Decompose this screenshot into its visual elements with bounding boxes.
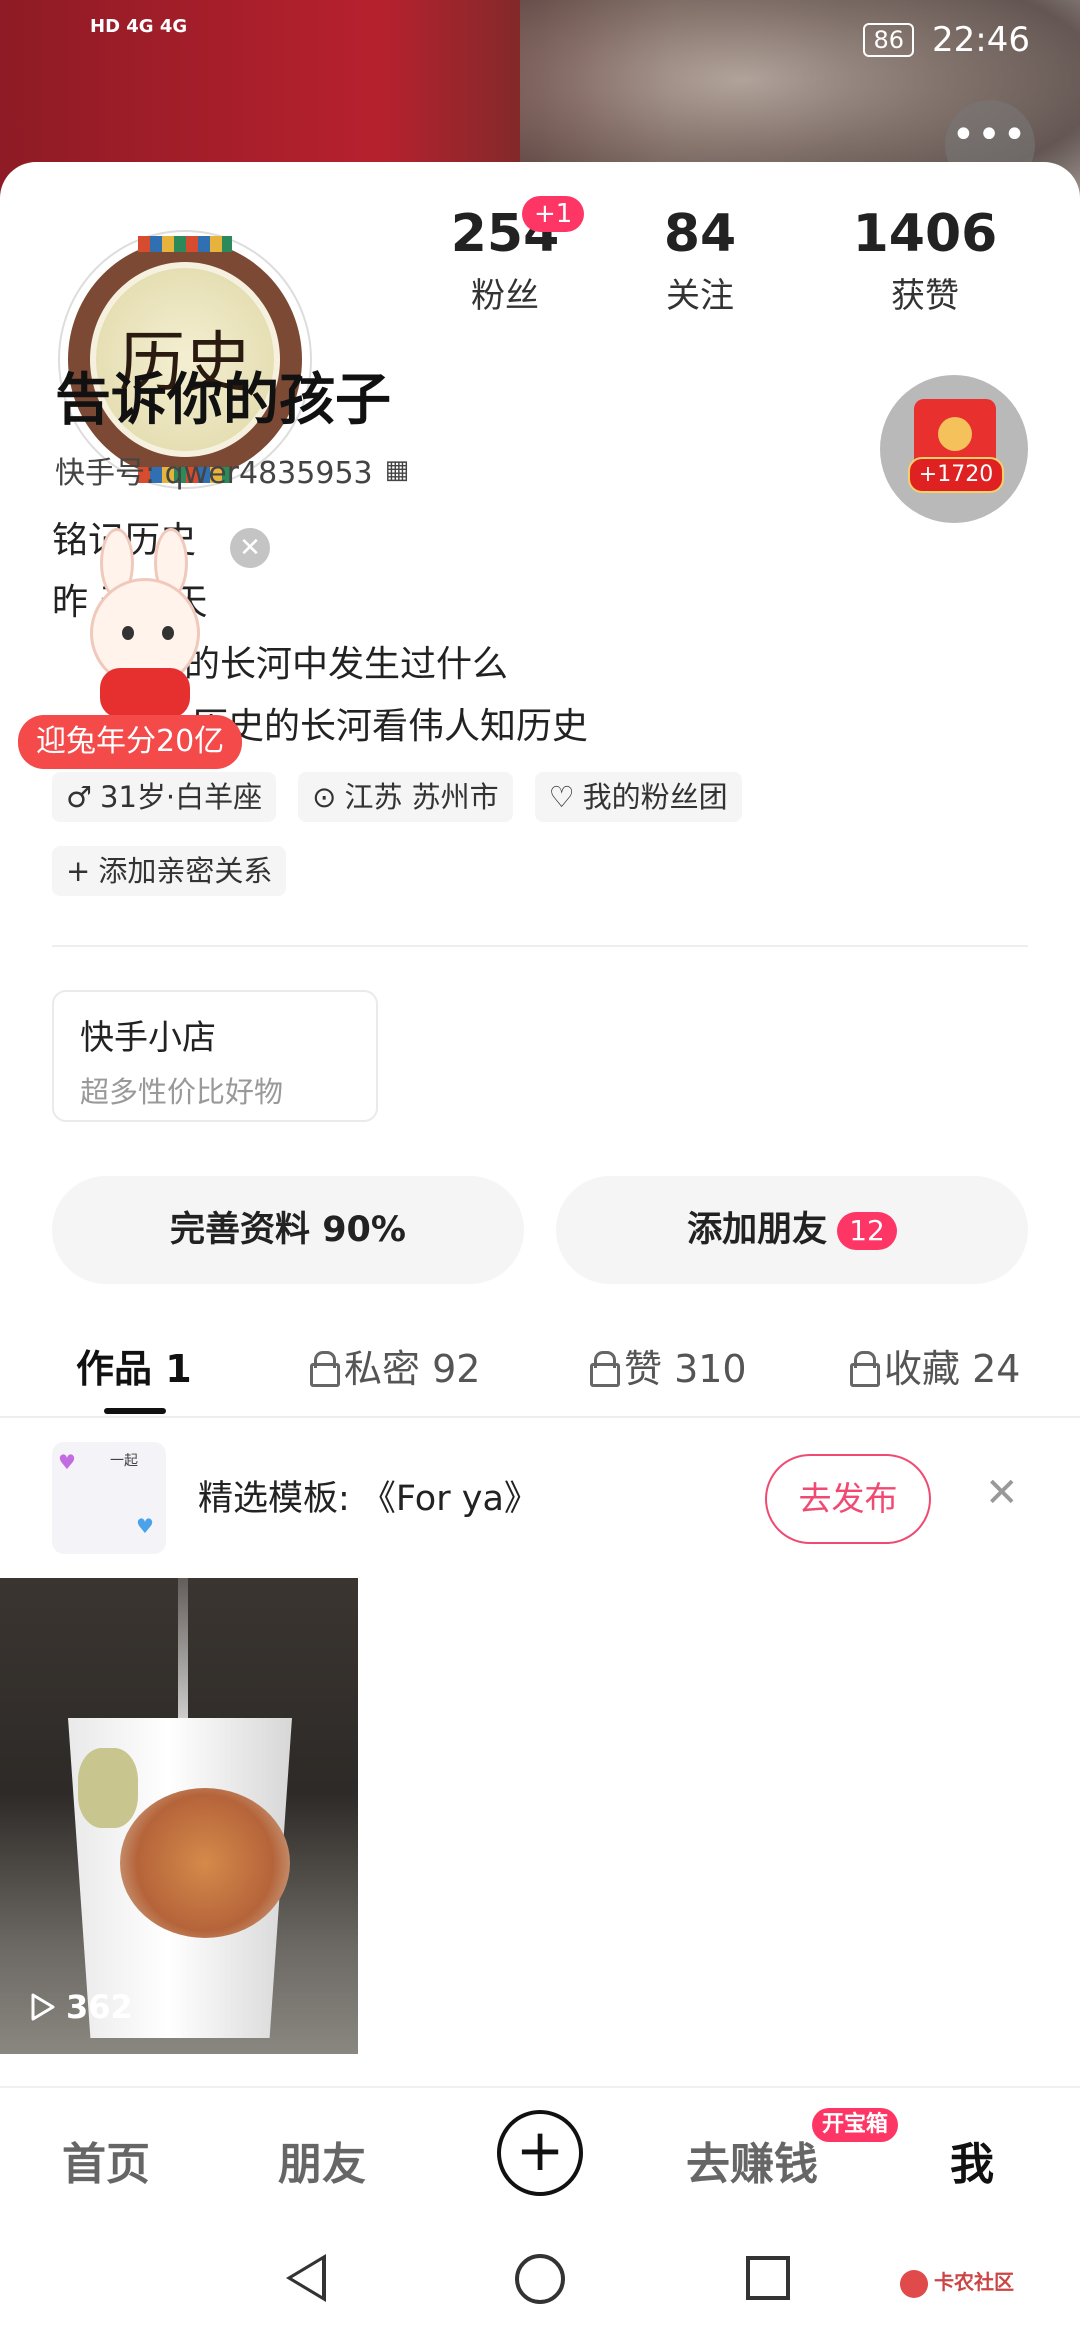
system-navigation: 卡农社区: [0, 2216, 1080, 2340]
stat-likes[interactable]: 1406 获赞: [840, 204, 1010, 317]
watermark: 卡农社区: [900, 2266, 1014, 2298]
kuaishou-shop-card[interactable]: 快手小店 超多性价比好物: [52, 990, 378, 1122]
heart-icon: ♥: [136, 1514, 154, 1538]
recent-apps-icon[interactable]: [746, 2256, 790, 2300]
close-icon[interactable]: ✕: [985, 1470, 1019, 1516]
complete-profile-button[interactable]: 完善资料 90%: [52, 1176, 524, 1284]
profile-tags: ♂ 31岁·白羊座 ⊙ 江苏 苏州市 ♡ 我的粉丝团: [52, 772, 742, 822]
divider: [0, 1416, 1080, 1418]
template-label: 精选模板: 《For ya》: [198, 1479, 539, 1519]
nav-earn[interactable]: 去赚钱: [686, 2128, 818, 2192]
status-bar: HD 4G 4G 86 22:46: [0, 0, 1080, 80]
location-pin-icon: ⊙: [312, 780, 337, 814]
active-tab-indicator: [104, 1408, 166, 1414]
shop-subtitle: 超多性价比好物: [80, 1075, 284, 1109]
plus-icon: +: [66, 854, 91, 888]
template-suggestion: ♥ 一起 ♥ 精选模板: 《For ya》 去发布 ✕: [0, 1430, 1080, 1560]
tab-private[interactable]: 私密 92: [310, 1338, 480, 1393]
watermark-logo-icon: [900, 2269, 928, 2298]
video-thumbnail[interactable]: [0, 1578, 358, 2054]
heart-icon: ♥: [58, 1450, 76, 1474]
lock-icon: [310, 1350, 340, 1387]
nav-me[interactable]: 我: [950, 2128, 994, 2192]
tab-favorites[interactable]: 收藏 24: [850, 1338, 1020, 1393]
nav-friends[interactable]: 朋友: [278, 2128, 366, 2192]
tab-liked[interactable]: 赞 310: [590, 1338, 747, 1393]
home-icon[interactable]: [515, 2254, 565, 2304]
shop-title: 快手小店: [80, 1018, 216, 1058]
tag-location: ⊙ 江苏 苏州市: [298, 772, 513, 822]
clock: 22:46: [932, 20, 1030, 60]
likes-count: 1406: [852, 204, 998, 264]
username: 告诉你的孩子: [55, 368, 391, 433]
publish-button[interactable]: 去发布: [765, 1454, 931, 1544]
add-friends-button[interactable]: 添加朋友 12: [556, 1176, 1028, 1284]
tag-fan-club[interactable]: ♡ 我的粉丝团: [534, 772, 742, 822]
nav-home[interactable]: 首页: [62, 2128, 150, 2192]
following-count: 84: [663, 204, 737, 264]
red-packet-value: +1720: [908, 457, 1004, 493]
tab-works[interactable]: 作品 1: [76, 1338, 192, 1393]
kuaishou-id-row[interactable]: 快手号: qwer4835953 ▦: [55, 448, 409, 492]
tag-age: ♂ 31岁·白羊座: [52, 772, 277, 822]
new-followers-badge: +1: [522, 196, 585, 232]
template-thumbnail[interactable]: ♥ 一起 ♥: [52, 1442, 166, 1554]
friend-suggestion-count: 12: [837, 1212, 897, 1250]
treasure-box-badge: 开宝箱: [812, 2108, 899, 2142]
bunny-mascot-icon[interactable]: [50, 528, 240, 718]
create-plus-icon[interactable]: +: [497, 2110, 583, 2196]
following-label: 关注: [666, 276, 734, 316]
play-icon: [31, 1993, 55, 2021]
lock-icon: [590, 1350, 620, 1387]
kuaishou-id: 快手号: qwer4835953: [55, 456, 373, 491]
male-icon: ♂: [66, 780, 92, 814]
add-relation-button[interactable]: + 添加亲密关系: [52, 846, 287, 896]
view-count: 362: [30, 1988, 133, 2026]
bottom-navigation: 首页 朋友 + 去赚钱 开宝箱 我: [0, 2086, 1080, 2216]
battery-icon: 86: [863, 23, 915, 57]
red-packet-button[interactable]: +1720: [880, 375, 1028, 523]
stat-following[interactable]: 84 关注: [620, 204, 780, 317]
followers-label: 粉丝: [471, 276, 539, 316]
content-tabs: 作品 1 私密 92 赞 310 收藏 24: [0, 1320, 1080, 1416]
qr-code-icon[interactable]: ▦: [385, 455, 410, 485]
divider: [52, 945, 1028, 947]
signal-indicators: HD 4G 4G: [90, 16, 188, 37]
lock-icon: [850, 1350, 880, 1387]
promo-badge[interactable]: 迎兔年分20亿: [18, 715, 243, 769]
heart-icon: ♡: [548, 780, 575, 814]
likes-label: 获赞: [891, 276, 959, 316]
